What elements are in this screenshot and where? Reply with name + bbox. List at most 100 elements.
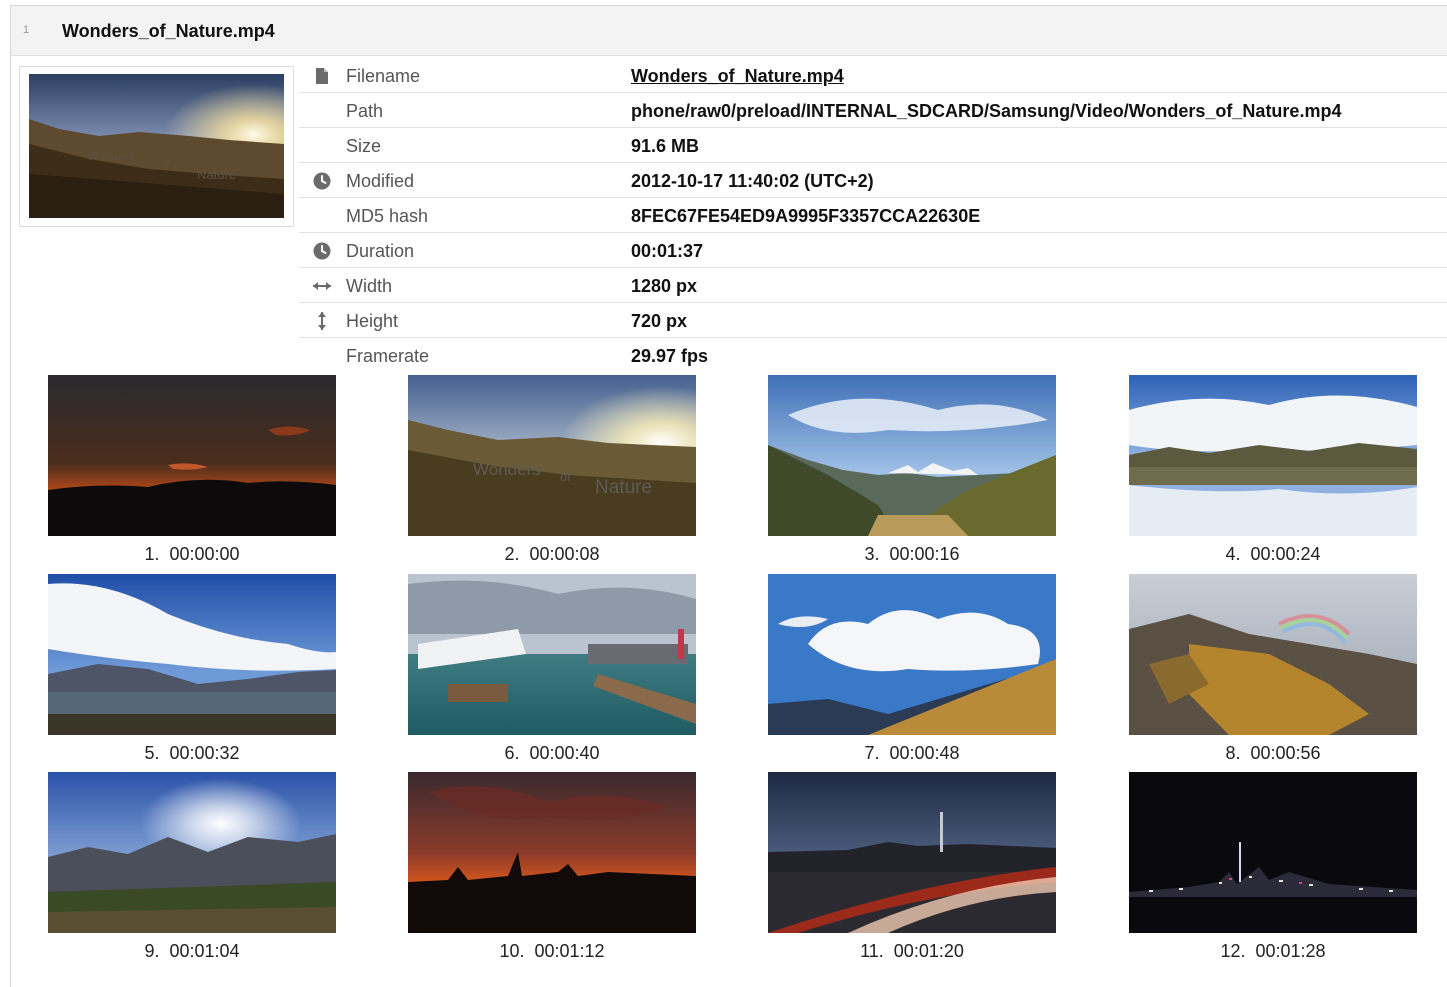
metadata-row-size: Size 91.6 MB bbox=[299, 128, 1447, 163]
metadata-label: MD5 hash bbox=[346, 206, 429, 226]
thumbnail-number: 12. bbox=[1220, 941, 1246, 961]
metadata-row-md5: MD5 hash 8FEC67FE54ED9A9995F3357CCA22630… bbox=[299, 198, 1447, 233]
thumbnail-image bbox=[1129, 375, 1417, 536]
height-arrows-icon bbox=[309, 311, 335, 331]
thumbnail-image bbox=[768, 772, 1056, 933]
thumbnail-image bbox=[48, 574, 336, 735]
thumbnail-time: 00:01:12 bbox=[534, 941, 605, 961]
clock-icon bbox=[309, 171, 335, 191]
thumbnail-overlay-word: of bbox=[560, 469, 571, 484]
thumbnail-number: 7. bbox=[864, 743, 880, 763]
thumbnail-image bbox=[408, 772, 696, 933]
metadata-row-width: Width 1280 px bbox=[299, 268, 1447, 303]
thumbnail-number: 9. bbox=[144, 941, 160, 961]
thumbnail-time: 00:00:56 bbox=[1250, 743, 1321, 763]
metadata-row-modified: Modified 2012-10-17 11:40:02 (UTC+2) bbox=[299, 163, 1447, 198]
file-header[interactable]: 1 Wonders_of_Nature.mp4 bbox=[11, 6, 1447, 56]
thumbnail[interactable]: 11. 00:01:20 bbox=[768, 772, 1056, 962]
metadata-row-duration: Duration 00:01:37 bbox=[299, 233, 1447, 268]
width-arrows-icon bbox=[309, 276, 335, 296]
metadata-label: Path bbox=[346, 101, 384, 121]
thumbnail-time: 00:00:24 bbox=[1250, 544, 1321, 564]
metadata-row-filename: Filename Wonders_of_Nature.mp4 bbox=[299, 58, 1447, 93]
clock-icon bbox=[309, 241, 335, 261]
thumbnail[interactable]: 10. 00:01:12 bbox=[408, 772, 696, 962]
preview-overlay-word: Wonders bbox=[87, 149, 135, 163]
thumbnail[interactable]: 3. 00:00:16 bbox=[768, 375, 1056, 565]
thumbnail-time: 00:00:32 bbox=[169, 743, 240, 763]
thumbnail-caption: 6. 00:00:40 bbox=[408, 743, 696, 764]
thumbnail-caption: 10. 00:01:12 bbox=[408, 941, 696, 962]
thumbnail-caption: 12. 00:01:28 bbox=[1129, 941, 1417, 962]
thumbnail-image bbox=[1129, 574, 1417, 735]
thumbnail-caption: 2. 00:00:08 bbox=[408, 544, 696, 565]
thumbnail-image bbox=[408, 574, 696, 735]
thumbnail-caption: 7. 00:00:48 bbox=[768, 743, 1056, 764]
thumbnail-caption: 9. 00:01:04 bbox=[48, 941, 336, 962]
thumbnail-number: 10. bbox=[499, 941, 525, 961]
metadata-label: Modified bbox=[346, 171, 415, 191]
metadata-value: 8FEC67FE54ED9A9995F3357CCA22630E bbox=[631, 206, 981, 226]
metadata-value: 00:01:37 bbox=[631, 241, 704, 261]
metadata-label: Height bbox=[346, 311, 399, 331]
thumbnail-number: 5. bbox=[144, 743, 160, 763]
thumbnail-image bbox=[48, 772, 336, 933]
preview-overlay-word: Nature bbox=[197, 167, 236, 182]
preview-overlay-word: of bbox=[163, 158, 171, 168]
metadata-label: Duration bbox=[346, 241, 415, 261]
thumbnail-caption: 4. 00:00:24 bbox=[1129, 544, 1417, 565]
thumbnail-caption: 3. 00:00:16 bbox=[768, 544, 1056, 565]
metadata-label: Framerate bbox=[346, 346, 430, 366]
thumbnail[interactable]: 1. 00:00:00 bbox=[48, 375, 336, 565]
thumbnail-image bbox=[48, 375, 336, 536]
thumbnail-number: 11. bbox=[860, 941, 884, 961]
thumbnail-time: 00:00:08 bbox=[529, 544, 600, 564]
thumbnail[interactable]: Wonders of Nature 2. 00:00:08 bbox=[408, 375, 696, 565]
metadata-value: 1280 px bbox=[631, 276, 698, 296]
thumbnail-time: 00:01:20 bbox=[893, 941, 964, 961]
thumbnail-caption: 5. 00:00:32 bbox=[48, 743, 336, 764]
thumbnail[interactable]: 12. 00:01:28 bbox=[1129, 772, 1417, 962]
thumbnail-image bbox=[768, 574, 1056, 735]
metadata-label: Filename bbox=[346, 66, 421, 86]
metadata-row-path: Path phone/raw0/preload/INTERNAL_SDCARD/… bbox=[299, 93, 1447, 128]
metadata-value: 91.6 MB bbox=[631, 136, 700, 156]
thumbnail-time: 00:00:40 bbox=[529, 743, 600, 763]
thumbnail-caption: 1. 00:00:00 bbox=[48, 544, 336, 565]
metadata-row-height: Height 720 px bbox=[299, 303, 1447, 338]
thumbnail-caption: 11. 00:01:20 bbox=[768, 941, 1056, 962]
metadata-value: 720 px bbox=[631, 311, 688, 331]
metadata-row-framerate: Framerate 29.97 fps bbox=[299, 338, 1447, 373]
thumbnail[interactable]: 6. 00:00:40 bbox=[408, 574, 696, 764]
filename-link[interactable]: Wonders_of_Nature.mp4 bbox=[631, 66, 844, 87]
thumbnail-image: Wonders of Nature bbox=[408, 375, 696, 536]
thumbnail-number: 2. bbox=[504, 544, 520, 564]
metadata-value: phone/raw0/preload/INTERNAL_SDCARD/Samsu… bbox=[631, 101, 1342, 121]
thumbnail-image bbox=[1129, 772, 1417, 933]
thumbnail-number: 6. bbox=[504, 743, 520, 763]
thumbnail[interactable]: 7. 00:00:48 bbox=[768, 574, 1056, 764]
thumbnail[interactable]: 4. 00:00:24 bbox=[1129, 375, 1417, 565]
file-title: Wonders_of_Nature.mp4 bbox=[62, 21, 275, 41]
thumbnail-time: 00:01:04 bbox=[169, 941, 240, 961]
metadata-label: Size bbox=[346, 136, 382, 156]
thumbnail-time: 00:00:48 bbox=[889, 743, 960, 763]
thumbnail-number: 1. bbox=[144, 544, 160, 564]
thumbnail[interactable]: 5. 00:00:32 bbox=[48, 574, 336, 764]
file-details-panel: 1 Wonders_of_Nature.mp4 Wonders of Natur… bbox=[10, 5, 1447, 987]
file-icon bbox=[309, 66, 335, 86]
thumbnail-time: 00:00:00 bbox=[169, 544, 240, 564]
preview-image: Wonders of Nature bbox=[29, 74, 284, 218]
metadata-value: 29.97 fps bbox=[631, 346, 709, 366]
thumbnail-image bbox=[768, 375, 1056, 536]
metadata-label: Width bbox=[346, 276, 393, 296]
thumbnail-number: 3. bbox=[864, 544, 880, 564]
thumbnail-time: 00:00:16 bbox=[889, 544, 960, 564]
metadata-value: 2012-10-17 11:40:02 (UTC+2) bbox=[631, 171, 874, 191]
thumbnail-caption: 8. 00:00:56 bbox=[1129, 743, 1417, 764]
thumbnail-time: 00:01:28 bbox=[1255, 941, 1326, 961]
thumbnail[interactable]: 9. 00:01:04 bbox=[48, 772, 336, 962]
row-number: 1 bbox=[23, 24, 30, 36]
thumbnail[interactable]: 8. 00:00:56 bbox=[1129, 574, 1417, 764]
video-preview[interactable]: Wonders of Nature bbox=[19, 66, 294, 227]
